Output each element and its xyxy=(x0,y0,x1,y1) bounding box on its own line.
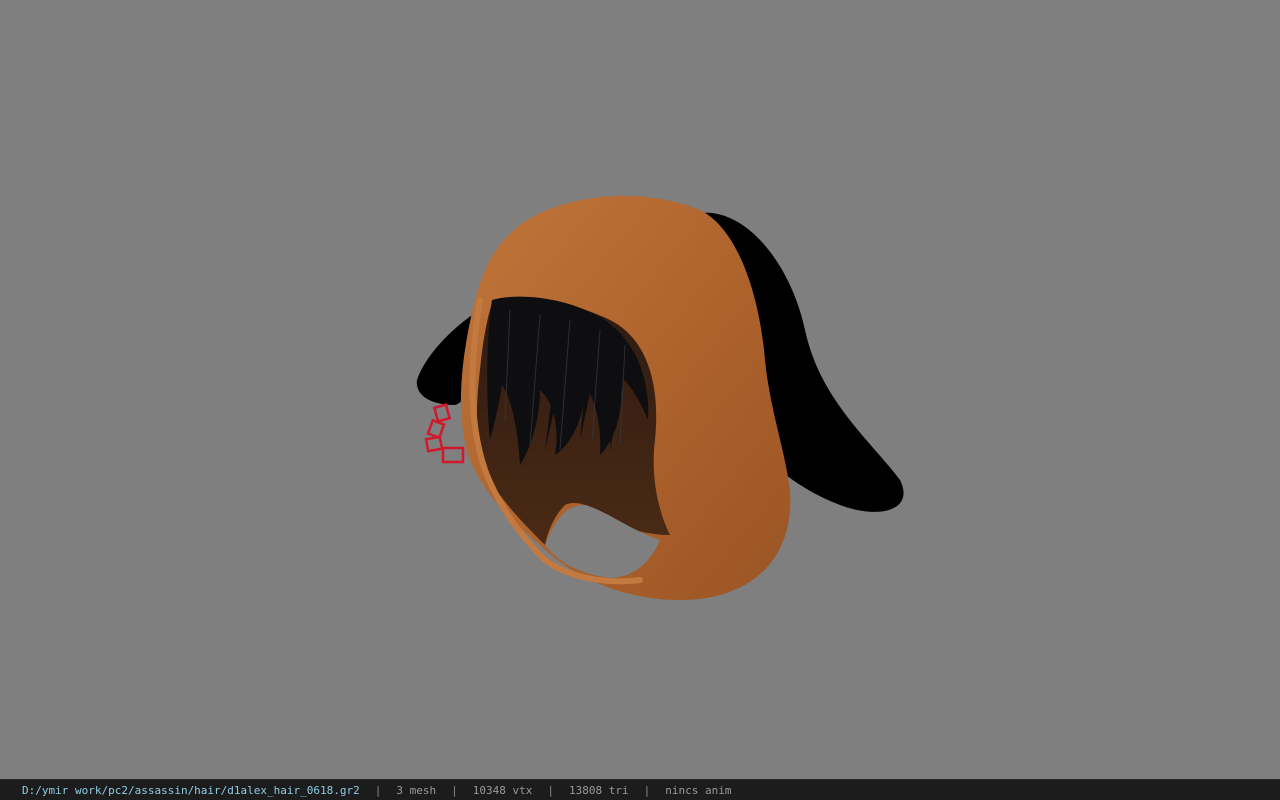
separator: | xyxy=(547,783,554,797)
file-path: D:/ymir work/pc2/assassin/hair/d1alex_ha… xyxy=(22,783,360,797)
anim-status: nincs anim xyxy=(665,783,732,797)
vertex-count: 10348 vtx xyxy=(472,783,533,797)
hair-model-render[interactable] xyxy=(0,0,1280,779)
triangle-count: 13808 tri xyxy=(569,783,629,797)
separator: | xyxy=(451,783,458,797)
separator: | xyxy=(643,783,651,797)
3d-viewport[interactable] xyxy=(0,0,1280,779)
mesh-count: 3 mesh xyxy=(396,783,437,797)
separator: | xyxy=(374,783,382,797)
status-bar: D:/ymir work/pc2/assassin/hair/d1alex_ha… xyxy=(0,779,1280,800)
chain-ornament xyxy=(424,403,465,464)
